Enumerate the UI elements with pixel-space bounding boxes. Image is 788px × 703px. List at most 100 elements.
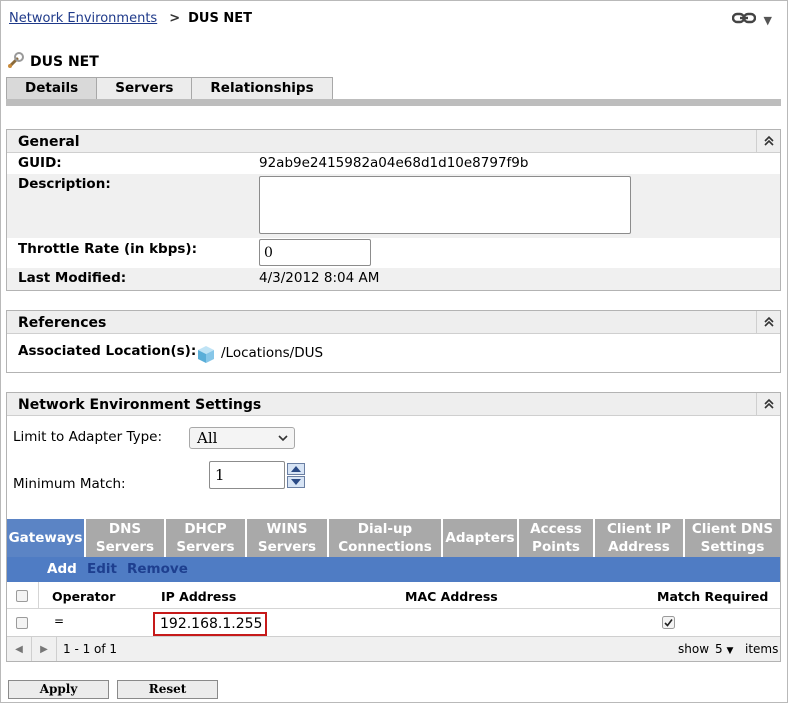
breadcrumb-current: DUS NET [188,11,252,26]
row-operator: = [54,614,65,628]
subtab-dhcp-label-1: DHCP [184,521,227,537]
page-size-value: 5 [715,642,723,656]
tab-details[interactable]: Details [6,77,98,100]
tab-relationships[interactable]: Relationships [191,77,333,100]
throttle-label: Throttle Rate (in kbps): [18,241,197,257]
tab-strip: Details Servers Relationships [6,77,333,100]
next-page-icon[interactable]: ▶ [32,637,57,661]
minimum-match-label: Minimum Match: [13,476,126,492]
table-row[interactable]: = 192.168.1.255 [7,609,780,636]
column-mac-address[interactable]: MAC Address [405,589,498,604]
subtab-client-ip-address[interactable]: Client IP Address [595,519,685,557]
adapter-type-label: Limit to Adapter Type: [13,429,163,445]
subtab-dns-servers[interactable]: DNS Servers [86,519,166,557]
subtab-clientdns-label-1: Client DNS [691,521,774,537]
throttle-rate-input[interactable] [259,239,371,266]
associated-location-label: Associated Location(s): [18,343,197,359]
remove-button[interactable]: Remove [127,561,188,577]
references-panel-header: References [7,311,780,334]
subtab-wins-servers[interactable]: WINS Servers [247,519,329,557]
location-cube-icon [196,344,216,368]
subtab-gateways-label: Gateways [8,530,83,546]
page-size-select[interactable]: 5 ▼ [715,642,733,656]
tab-underline [6,99,781,106]
guid-row: GUID: 92ab9e2415982a04e68d1d10e8797f9b [7,153,780,174]
subtab-wins-label-2: Servers [257,539,317,555]
grid-pager: ◀ ▶ 1 - 1 of 1 show 5 ▼ items [7,636,780,661]
row-ip-address: 192.168.1.255 [153,612,267,636]
previous-page-icon[interactable]: ◀ [7,637,32,661]
caret-down-icon: ▼ [726,646,734,656]
grid-header: Operator IP Address MAC Address Match Re… [7,582,780,609]
subtab-access-points[interactable]: Access Points [519,519,595,557]
row-checkbox[interactable] [16,617,28,629]
settings-subtabs: Gateways DNS Servers DHCP Servers WINS Serv… [7,519,780,557]
description-row: Description: [7,174,780,238]
top-right-tools: ▼ [731,12,772,28]
subtab-clientdns-label-2: Settings [700,539,765,555]
description-label: Description: [18,176,111,192]
subtab-client-dns-settings[interactable]: Client DNS Settings [685,519,780,557]
settings-panel-title: Network Environment Settings [18,397,262,413]
associated-location-link[interactable]: /Locations/DUS [221,345,323,361]
subtab-clientip-label-2: Address [608,539,670,555]
references-panel-title: References [18,315,107,331]
grid-action-bar: Add Edit Remove [7,557,780,582]
page-title: DUS NET [30,54,99,70]
subtab-adapters[interactable]: Adapters [443,519,519,557]
link-icon[interactable] [731,12,756,28]
subtab-gateways[interactable]: Gateways [7,519,86,557]
subtab-dialup-label-2: Connections [338,539,432,555]
column-match-required[interactable]: Match Required [657,589,768,604]
breadcrumb-separator: > [169,11,181,26]
subtab-clientip-label-1: Client IP [607,521,671,537]
subtab-access-label-1: Access [530,521,582,537]
pager-range: 1 - 1 of 1 [63,642,118,656]
subtab-adapters-label: Adapters [445,530,515,546]
menu-dropdown-icon[interactable]: ▼ [764,14,772,27]
network-environment-icon [6,50,26,74]
subtab-dns-label-2: Servers [95,539,155,555]
breadcrumb: Network Environments > DUS NET [9,11,252,26]
subtab-access-label-2: Points [532,539,580,555]
pager-show-label: show [678,642,710,656]
subtab-dns-label-1: DNS [108,521,142,537]
subtab-dialup-connections[interactable]: Dial-up Connections [329,519,443,557]
select-all-checkbox[interactable] [16,590,28,602]
subtab-dialup-label-1: Dial-up [357,521,413,537]
collapse-settings-icon[interactable] [756,393,780,415]
column-operator[interactable]: Operator [52,589,115,604]
description-textarea[interactable] [259,176,631,234]
subtab-wins-label-1: WINS [266,521,308,537]
header-divider [38,582,39,609]
spinner-down-icon[interactable] [287,476,305,492]
match-required-checkmark-icon [662,616,676,634]
tab-servers[interactable]: Servers [96,77,193,100]
network-environment-settings-panel: Network Environment Settings Limit to Ad… [6,392,781,662]
general-panel: General GUID: 92ab9e2415982a04e68d1d10e8… [6,129,781,291]
breadcrumb-network-environments-link[interactable]: Network Environments [9,11,157,26]
collapse-general-icon[interactable] [756,130,780,152]
column-ip-address[interactable]: IP Address [161,589,236,604]
reset-button[interactable]: Reset [117,680,218,699]
settings-panel-header: Network Environment Settings [7,393,780,416]
last-modified-row: Last Modified: 4/3/2012 8:04 AM [7,268,780,290]
references-panel: References Associated Location(s): /Loca… [6,310,781,373]
page-title-row: DUS NET [6,50,99,74]
last-modified-label: Last Modified: [18,270,127,286]
general-panel-title: General [18,134,80,150]
minimum-match-input[interactable] [209,461,285,489]
last-modified-value: 4/3/2012 8:04 AM [259,270,380,286]
subtab-dhcp-servers[interactable]: DHCP Servers [166,519,247,557]
chevron-down-icon [278,428,288,456]
throttle-row: Throttle Rate (in kbps): [7,238,780,268]
apply-button[interactable]: Apply [8,680,109,699]
guid-label: GUID: [18,155,62,171]
general-panel-header: General [7,130,780,153]
add-button[interactable]: Add [47,561,77,577]
edit-button[interactable]: Edit [87,561,117,577]
adapter-type-select[interactable]: All [189,427,295,449]
collapse-references-icon[interactable] [756,311,780,333]
adapter-type-value: All [197,429,218,447]
subtab-dhcp-label-2: Servers [176,539,235,555]
